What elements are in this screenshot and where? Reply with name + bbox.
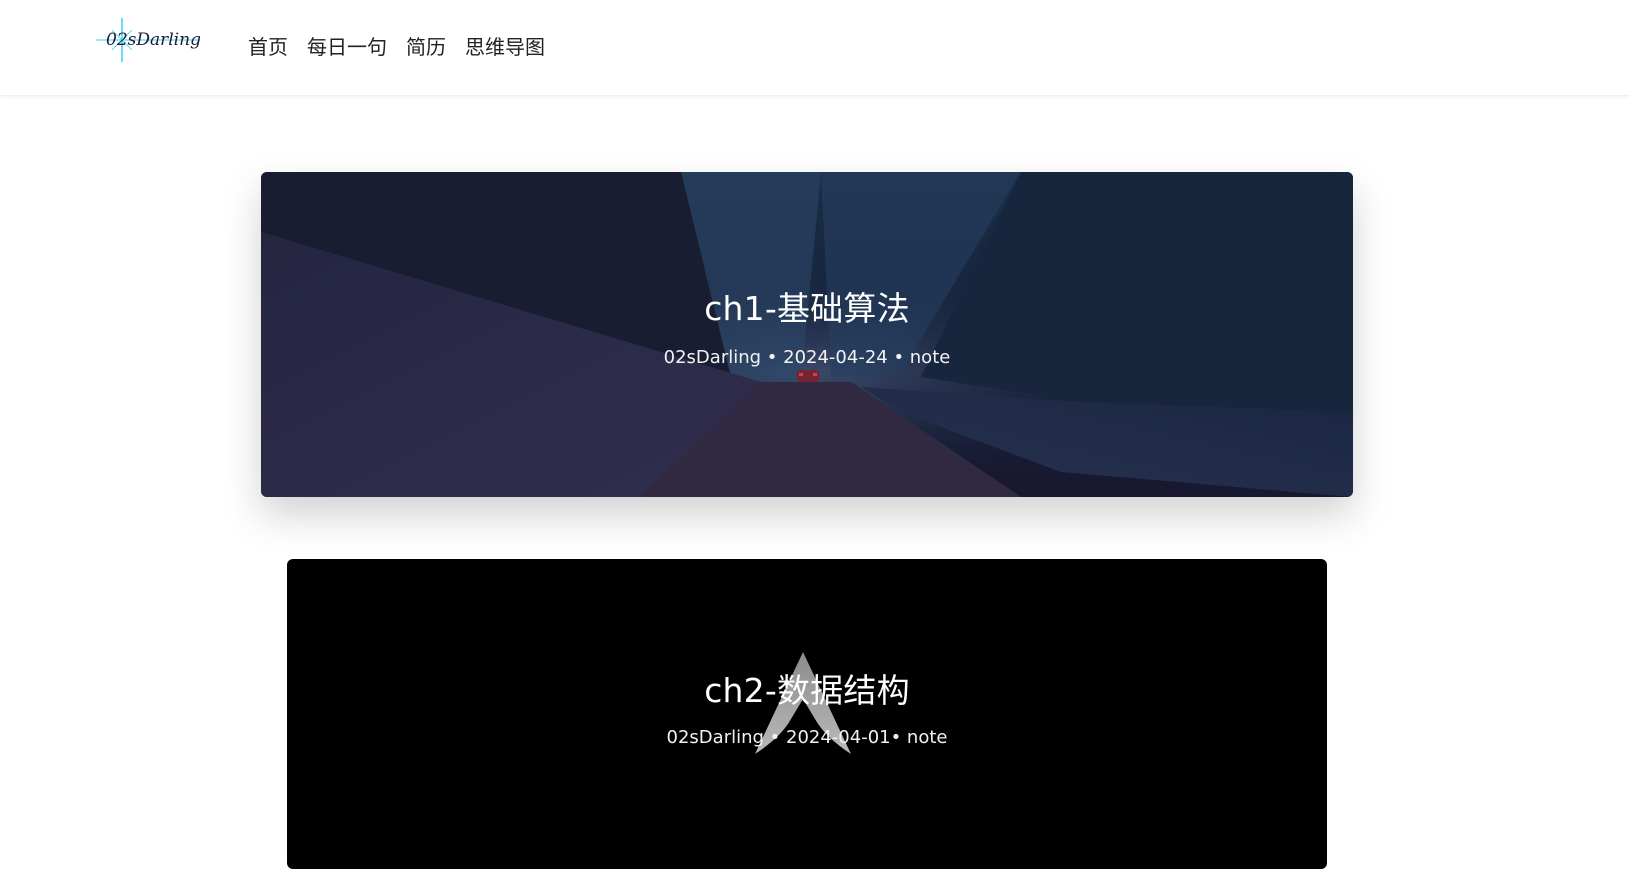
nav-mind-map[interactable]: 思维导图 xyxy=(465,32,545,62)
nav-home[interactable]: 首页 xyxy=(248,32,288,62)
post-card-ch1[interactable]: ch1-基础算法 02sDarling • 2024-04-24 • note xyxy=(261,172,1353,497)
main-nav: 首页 每日一句 简历 思维导图 xyxy=(248,32,564,62)
post-card-ch2[interactable]: ch2-数据结构 02sDarling • 2024-04-01• note xyxy=(287,559,1327,869)
logo-text: 02sDarling xyxy=(106,30,200,50)
post-title[interactable]: ch1-基础算法 xyxy=(261,289,1353,329)
nav-resume[interactable]: 简历 xyxy=(406,32,446,62)
site-header: 02sDarling 首页 每日一句 简历 思维导图 xyxy=(0,0,1630,96)
nav-daily-quote[interactable]: 每日一句 xyxy=(307,32,387,62)
post-title[interactable]: ch2-数据结构 xyxy=(287,671,1327,711)
site-logo[interactable]: 02sDarling xyxy=(96,16,200,64)
post-meta: 02sDarling • 2024-04-01• note xyxy=(666,727,948,748)
post-meta: 02sDarling • 2024-04-24 • note xyxy=(663,347,951,368)
